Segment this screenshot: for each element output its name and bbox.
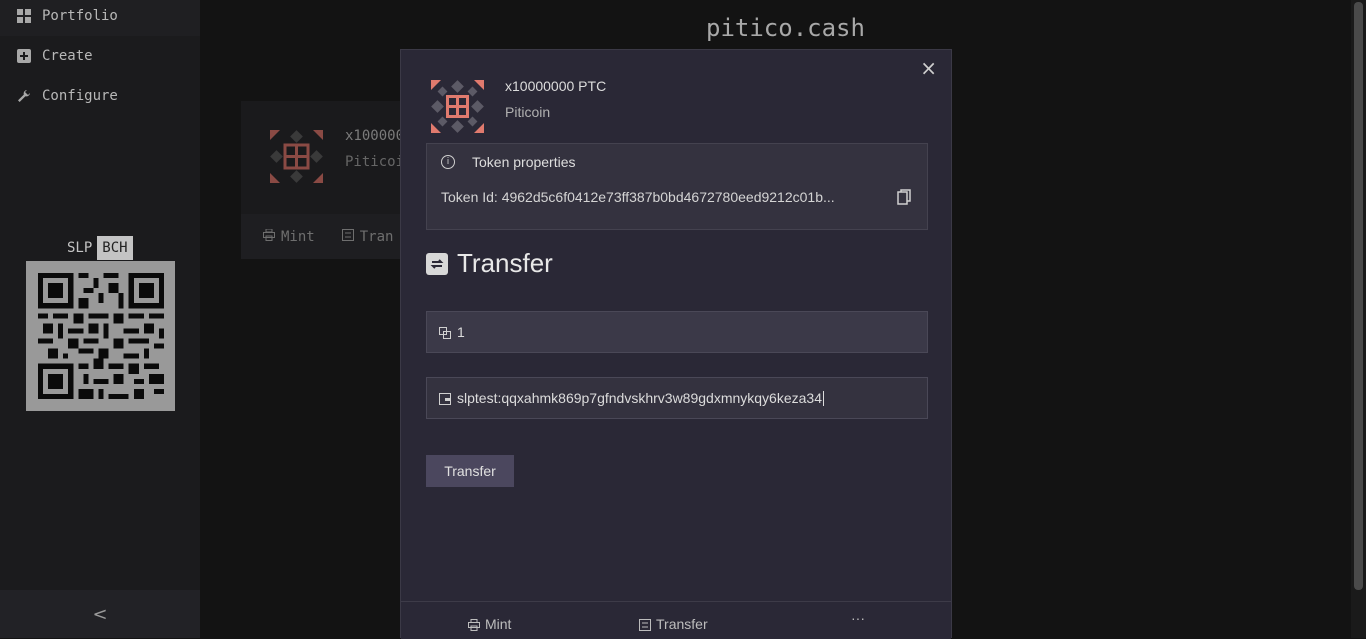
- close-button[interactable]: ×: [920, 56, 937, 80]
- sidebar: Portfolio Create Configure SLP BCH <: [0, 0, 200, 638]
- transfer-button[interactable]: Transfer: [639, 616, 708, 632]
- wrench-icon: [17, 89, 31, 103]
- background-transfer-button[interactable]: Tran: [341, 228, 394, 245]
- sidebar-item-configure[interactable]: Configure: [0, 76, 200, 116]
- transfer-icon: [426, 252, 448, 275]
- info-icon: i: [441, 155, 455, 169]
- section-title-text: Transfer: [457, 248, 553, 278]
- token-properties-panel: i Token properties Token Id: 4962d5c6f04…: [426, 143, 928, 230]
- transfer-icon: [341, 228, 354, 245]
- printer-icon: [468, 618, 480, 631]
- grid-icon: [17, 9, 31, 23]
- sidebar-item-label: Configure: [42, 88, 118, 104]
- sidebar-collapse-button[interactable]: <: [0, 590, 200, 638]
- printer-icon: [263, 228, 275, 245]
- copy-icon[interactable]: [897, 189, 911, 205]
- amount-input[interactable]: 1: [426, 311, 928, 353]
- mint-button[interactable]: Mint: [468, 616, 511, 632]
- scrollbar-thumb[interactable]: [1354, 2, 1363, 590]
- background-token-name: Piticoi: [345, 154, 405, 170]
- qr-code-image: [37, 273, 164, 399]
- background-mint-label: Mint: [281, 228, 315, 245]
- chevron-left-icon: <: [92, 603, 108, 625]
- sidebar-item-portfolio[interactable]: Portfolio: [0, 0, 200, 36]
- address-type-tabs: SLP BCH: [62, 236, 133, 260]
- text-caret: [823, 390, 824, 406]
- mint-label: Mint: [485, 616, 512, 632]
- sidebar-item-create[interactable]: Create: [0, 36, 200, 76]
- transfer-label: Transfer: [656, 616, 708, 632]
- amount-value: 1: [457, 324, 465, 340]
- transfer-submit-button[interactable]: Transfer: [426, 455, 514, 487]
- site-title: pitico.cash: [706, 14, 865, 42]
- wallet-icon: [439, 392, 451, 405]
- tab-slp[interactable]: SLP: [62, 236, 97, 260]
- plus-box-icon: [17, 49, 31, 63]
- modal-footer-actions: Mint Transfer ···: [401, 601, 951, 639]
- address-value: slptest:qqxahmk869p7gfndvskhrv3w89gdxmny…: [457, 390, 822, 406]
- background-token-title: x100000: [345, 128, 405, 144]
- token-title: x10000000 PTC: [505, 78, 607, 94]
- token-logo-icon: [431, 80, 484, 133]
- background-transfer-label: Tran: [359, 228, 394, 245]
- transfer-icon: [639, 618, 651, 631]
- address-input[interactable]: slptest:qqxahmk869p7gfndvskhrv3w89gdxmny…: [426, 377, 928, 419]
- address-qr-code[interactable]: [26, 261, 175, 411]
- ellipsis-icon: ···: [851, 610, 865, 626]
- token-name: Piticoin: [505, 104, 551, 120]
- token-logo-icon: [270, 130, 323, 183]
- close-icon: ×: [920, 56, 937, 80]
- token-properties-header[interactable]: i Token properties: [441, 154, 576, 170]
- token-id: Token Id: 4962d5c6f0412e73ff387b0bd46727…: [441, 189, 835, 205]
- page-scrollbar[interactable]: [1351, 0, 1366, 638]
- sidebar-item-label: Create: [42, 48, 93, 64]
- background-mint-button[interactable]: Mint: [263, 228, 315, 245]
- more-options-button[interactable]: ···: [851, 610, 865, 626]
- copy-stack-icon: [439, 326, 451, 339]
- token-properties-heading: Token properties: [472, 154, 576, 170]
- sidebar-item-label: Portfolio: [42, 8, 118, 24]
- transfer-modal: × x10000000 PTC Piticoin i Token propert…: [400, 49, 952, 639]
- tab-bch[interactable]: BCH: [97, 236, 133, 260]
- section-title: Transfer: [426, 248, 553, 279]
